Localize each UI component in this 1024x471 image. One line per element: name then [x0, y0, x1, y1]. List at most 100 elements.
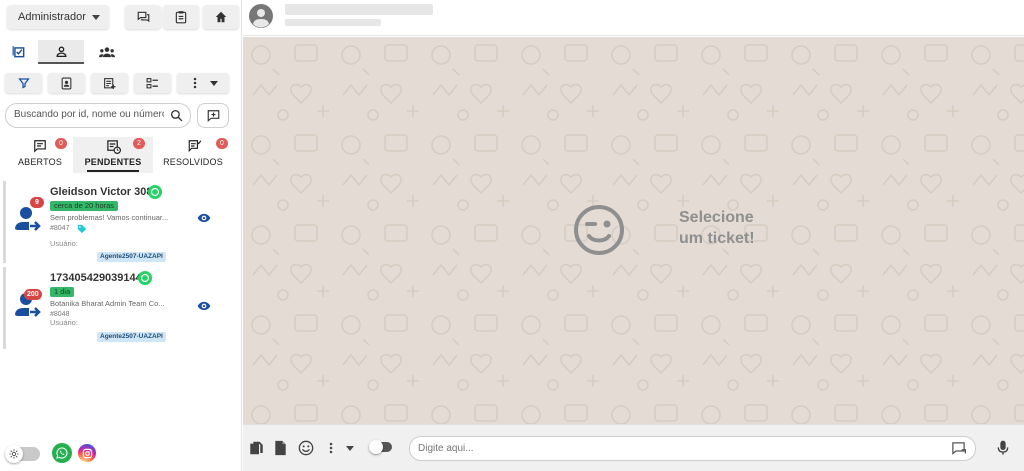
tab-person[interactable]	[38, 40, 84, 64]
chat-bubbles-icon	[137, 11, 149, 23]
time-tag: cerca de 20 horas	[50, 201, 119, 211]
contact-info-skeleton	[285, 19, 381, 26]
attach-file-button[interactable]	[249, 440, 264, 456]
whatsapp-icon	[138, 271, 152, 285]
app-root: Administrador Buscando por id, nome ou n…	[0, 0, 1024, 471]
unread-badge: 200	[24, 289, 42, 300]
instagram-channel-icon[interactable]	[78, 444, 96, 462]
file-copy-icon	[250, 441, 263, 455]
empty-state-line2: um ticket!	[679, 230, 755, 247]
checkbox-icon	[12, 46, 25, 58]
checklist-icon	[146, 77, 158, 88]
unread-badge: 9	[30, 197, 44, 208]
count-badge: 2	[133, 138, 145, 149]
contact-name-skeleton	[285, 4, 433, 15]
time-tag: 1 dia	[50, 287, 75, 297]
whatsapp-channel-icon[interactable]	[52, 443, 72, 463]
eye-icon[interactable]	[197, 211, 211, 225]
toggle-knob	[369, 440, 383, 454]
chat-header	[243, 0, 1024, 36]
tab-label: RESOLVIDOS	[163, 157, 223, 167]
eye-icon[interactable]	[197, 299, 211, 313]
add-queue-button[interactable]	[91, 73, 128, 93]
group-icon	[99, 46, 115, 57]
tag-icon	[77, 224, 87, 234]
ticket-item[interactable]: 200 173405429039144 1 dia Botanika Bhara…	[3, 267, 239, 349]
emoji-button[interactable]	[298, 440, 314, 456]
count-badge: 0	[216, 138, 228, 149]
view-tabs	[0, 40, 242, 64]
caret-down-icon	[346, 445, 354, 451]
contact-name: 173405429039144	[50, 272, 142, 284]
tab-label: PENDENTES	[84, 157, 142, 167]
search-icon[interactable]	[170, 109, 183, 122]
filter-button[interactable]	[5, 73, 42, 93]
empty-state-text: Selecione um ticket!	[679, 207, 755, 249]
chats-button[interactable]	[125, 5, 161, 29]
count-badge: 0	[55, 138, 67, 149]
microphone-icon	[997, 440, 1009, 455]
sidebar-topbar: Administrador	[7, 5, 239, 29]
sidebar-footer	[5, 443, 237, 463]
agent-badge: Agente2507-UAZAPI	[97, 252, 166, 262]
ticket-actions	[5, 73, 235, 93]
more-options-button[interactable]	[177, 73, 229, 93]
tab-pendentes[interactable]: 2 PENDENTES	[73, 137, 153, 173]
chat-check-icon	[188, 140, 202, 153]
home-icon	[215, 11, 227, 23]
more-options-button[interactable]	[325, 440, 354, 456]
search-input[interactable]	[14, 109, 164, 120]
home-button[interactable]	[203, 5, 239, 29]
chat-area: Selecione um ticket!	[243, 37, 1024, 424]
theme-toggle[interactable]	[5, 445, 40, 463]
quick-replies-button[interactable]	[274, 440, 287, 456]
checklist-button[interactable]	[134, 73, 171, 93]
caret-down-icon	[209, 80, 218, 86]
clipboard-icon	[175, 11, 187, 24]
empty-state-line1: Selecione	[679, 209, 754, 226]
tasks-button[interactable]	[163, 5, 199, 29]
whatsapp-icon	[148, 185, 162, 199]
last-message: Botanika Bharat Admin Team Co...	[50, 299, 165, 308]
profile-select-label: Administrador	[18, 11, 86, 23]
inbox-clock-icon	[107, 140, 121, 154]
new-ticket-button[interactable]	[197, 103, 229, 128]
tab-group[interactable]	[92, 40, 122, 64]
agent-badge: Agente2507-UAZAPI	[97, 332, 166, 342]
avatar	[249, 4, 273, 28]
user-label: Usuário:	[50, 239, 78, 248]
search-box	[5, 103, 191, 128]
tab-my-tickets[interactable]	[6, 40, 32, 64]
quick-message-icon[interactable]	[951, 441, 966, 456]
profile-select[interactable]: Administrador	[7, 5, 109, 29]
user-label: Usuário:	[50, 318, 78, 327]
ticket-id: #8047	[50, 225, 70, 232]
tab-label: ABERTOS	[17, 157, 63, 167]
chat-icon	[34, 140, 46, 153]
contact-name: Gleidson Victor 3086	[50, 186, 159, 198]
wink-smiley-icon	[574, 205, 624, 255]
emoji-icon	[298, 440, 314, 456]
sun-icon	[5, 445, 23, 463]
ticket-sidebar: Administrador Buscando por id, nome ou n…	[0, 0, 242, 471]
message-input-box	[409, 436, 976, 461]
more-vert-icon	[193, 77, 196, 89]
message-composer	[243, 424, 1024, 471]
active-tab-indicator	[87, 170, 139, 172]
caret-down-icon	[92, 15, 100, 20]
last-message: Sem problemas! Vamos continuar...	[50, 213, 169, 222]
status-tabs: 0 ABERTOS 2 PENDENTES 0 RESOLVIDOS	[0, 137, 242, 175]
tab-resolvidos[interactable]: 0 RESOLVIDOS	[153, 137, 233, 173]
contacts-button[interactable]	[48, 73, 85, 93]
record-audio-button[interactable]	[997, 440, 1009, 456]
contact-book-icon	[61, 77, 72, 89]
signature-toggle[interactable]	[369, 440, 392, 454]
add-comment-icon	[207, 109, 219, 122]
ticket-id: #8048	[50, 311, 70, 318]
person-icon	[55, 45, 67, 57]
playlist-add-icon	[104, 77, 116, 89]
tab-abertos[interactable]: 0 ABERTOS	[0, 137, 80, 173]
ticket-item[interactable]: 9 Gleidson Victor 3086 cerca de 20 horas…	[3, 181, 239, 263]
message-input[interactable]	[418, 443, 918, 454]
document-icon	[275, 440, 286, 456]
